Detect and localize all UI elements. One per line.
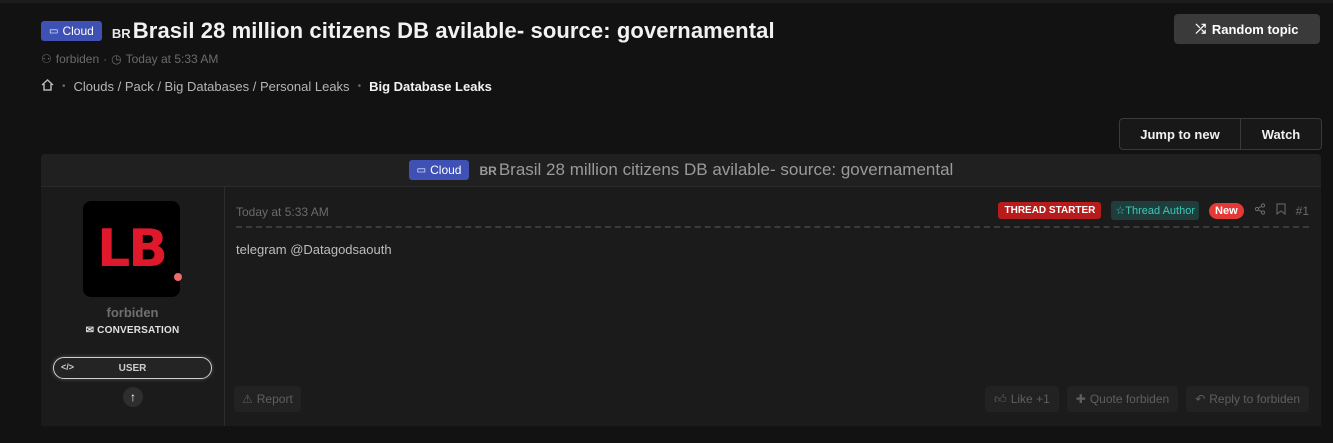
- random-topic-button[interactable]: ⤮ Random topic: [1174, 14, 1320, 44]
- home-icon[interactable]: [41, 78, 54, 94]
- flag-br: BR: [479, 164, 497, 178]
- prefix-badge[interactable]: ▭ Cloud: [41, 21, 102, 41]
- post-actions: 👍︎ Like +1 ✚ Quote forbiden ↶ Reply to f…: [985, 386, 1309, 412]
- report-button[interactable]: ⚠ Report: [234, 386, 301, 412]
- breadcrumb: • Clouds / Pack / Big Databases / Person…: [41, 78, 492, 94]
- post-message: telegram @Datagodsaouth: [236, 242, 392, 257]
- report-label: Report: [256, 392, 293, 406]
- thread-header-title: BR Brasil 28 million citizens DB avilable…: [479, 160, 953, 180]
- thread-meta: ⚇ forbiden · ◷ Today at 5:33 AM: [41, 52, 218, 66]
- thread-time[interactable]: Today at 5:33 AM: [126, 52, 219, 66]
- post-user-column: LB forbiden ✉ CONVERSATION </> USER ↑: [41, 187, 225, 426]
- post-number[interactable]: #1: [1296, 204, 1309, 218]
- user-status-label: CONVERSATION: [97, 325, 180, 336]
- new-badge: New: [1209, 202, 1244, 219]
- flag-br: BR: [111, 26, 131, 41]
- thread-author-badge: ☆Thread Author: [1111, 201, 1200, 220]
- share-icon[interactable]: [1254, 203, 1266, 218]
- prefix-badge[interactable]: ▭ Cloud: [408, 160, 470, 180]
- breadcrumb-separator: •: [357, 81, 362, 92]
- post: LB forbiden ✉ CONVERSATION </> USER ↑ To…: [41, 186, 1321, 426]
- prefix-label: Cloud: [62, 24, 94, 38]
- star-icon: ☆: [1115, 205, 1126, 217]
- thumbs-up-icon: 👍︎: [994, 391, 1007, 406]
- thread-author-label: Thread Author: [1125, 205, 1196, 217]
- page-title: BRBrasil 28 million citizens DB avilable…: [112, 18, 775, 44]
- user-status[interactable]: ✉ CONVERSATION: [41, 325, 224, 336]
- briefcase-icon: ▭: [49, 25, 59, 37]
- arrow-up-icon[interactable]: ↑: [123, 387, 143, 407]
- breadcrumb-path[interactable]: Clouds / Pack / Big Databases / Personal…: [74, 79, 350, 94]
- thread-author-link[interactable]: forbiden: [56, 52, 99, 66]
- page-title-text: Brasil 28 million citizens DB avilable- …: [132, 18, 775, 43]
- thread-starter-badge: THREAD STARTER: [998, 202, 1102, 219]
- post-divider: [236, 226, 1309, 228]
- reply-button[interactable]: ↶ Reply to forbiden: [1186, 386, 1309, 412]
- briefcase-icon: ▭: [416, 164, 427, 176]
- envelope-icon: ✉: [85, 325, 95, 336]
- post-content: Today at 5:33 AM THREAD STARTER ☆Thread …: [234, 187, 1309, 426]
- jump-to-new-button[interactable]: Jump to new: [1120, 119, 1241, 149]
- warning-icon: ⚠: [242, 392, 253, 406]
- prefix-label: Cloud: [430, 163, 462, 177]
- thread-header-bar: ▭ Cloud BR Brasil 28 million citizens DB …: [41, 154, 1321, 186]
- avatar[interactable]: LB: [83, 201, 180, 297]
- user-icon: ⚇: [41, 52, 52, 66]
- post-username[interactable]: forbiden: [41, 305, 224, 320]
- code-icon: </>: [61, 362, 75, 372]
- thread-header-title-text: Brasil 28 million citizens DB avilable- …: [498, 160, 954, 179]
- user-role-label: USER: [118, 362, 147, 374]
- avatar-logo: LB: [97, 219, 168, 279]
- watch-button[interactable]: Watch: [1241, 119, 1321, 149]
- post-timestamp[interactable]: Today at 5:33 AM: [236, 205, 329, 219]
- thread-title-row: ▭ Cloud BRBrasil 28 million citizens DB …: [41, 18, 775, 44]
- post-tags: THREAD STARTER ☆Thread Author New #1: [998, 201, 1309, 220]
- reply-icon: ↶: [1195, 392, 1206, 406]
- clock-icon: ◷: [111, 52, 122, 66]
- quote-label: Quote forbiden: [1089, 392, 1170, 406]
- online-indicator: [174, 273, 182, 281]
- bookmark-icon[interactable]: [1276, 203, 1286, 218]
- breadcrumb-separator: •: [62, 81, 66, 92]
- like-label: Like +1: [1010, 392, 1050, 406]
- like-button[interactable]: 👍︎ Like +1: [985, 386, 1059, 412]
- shuffle-icon: ⤮: [1195, 21, 1206, 36]
- meta-separator: ·: [103, 52, 108, 66]
- user-role-badge: </> USER: [53, 357, 212, 379]
- quote-button[interactable]: ✚ Quote forbiden: [1066, 386, 1179, 412]
- breadcrumb-current[interactable]: Big Database Leaks: [369, 79, 492, 94]
- reply-label: Reply to forbiden: [1209, 392, 1300, 406]
- plus-icon: ✚: [1075, 392, 1086, 406]
- thread-action-buttons: Jump to new Watch: [1119, 118, 1322, 150]
- top-border: [0, 0, 1333, 3]
- random-topic-label: Random topic: [1211, 21, 1299, 37]
